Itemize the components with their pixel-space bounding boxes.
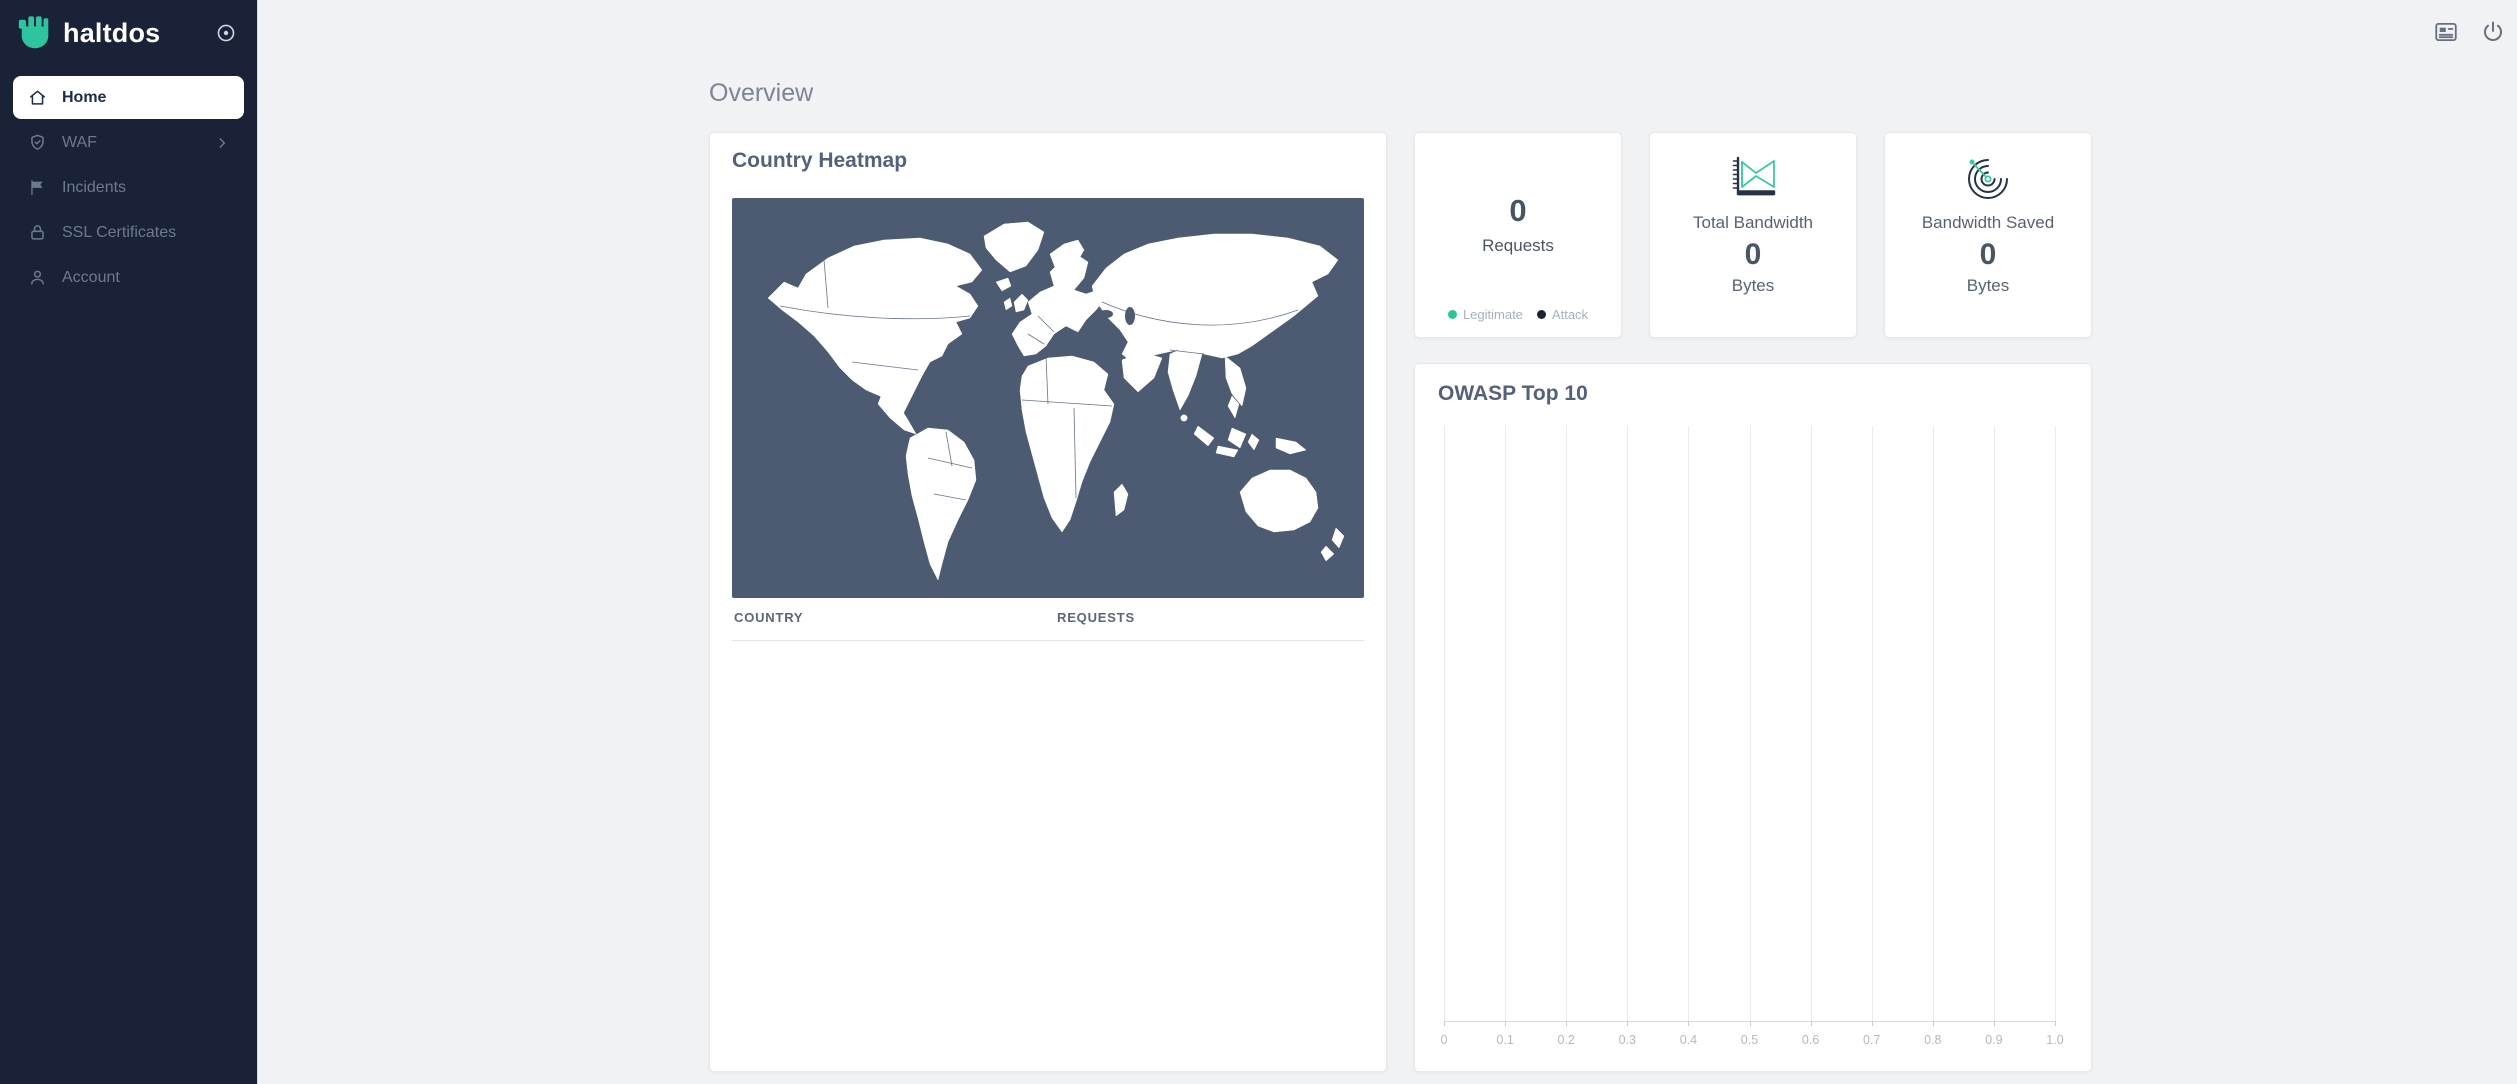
- column-requests: REQUESTS: [1039, 610, 1362, 625]
- gridline: [2055, 426, 2056, 1021]
- country-table-header: COUNTRY REQUESTS: [732, 598, 1364, 641]
- total-bandwidth-unit: Bytes: [1732, 276, 1775, 296]
- topbar-actions: [2433, 19, 2506, 45]
- haltdos-logo-icon: [16, 14, 54, 52]
- flag-icon: [28, 178, 47, 197]
- axis-tick: [2055, 1021, 2056, 1026]
- requests-card: 0 Requests Legitimate Attack: [1414, 132, 1622, 338]
- sidebar-item-waf[interactable]: WAF: [13, 121, 244, 164]
- legend-label: Attack: [1552, 307, 1588, 322]
- gridline: [1933, 426, 1934, 1021]
- world-map-svg[interactable]: [732, 198, 1364, 598]
- sidebar-toggle-icon[interactable]: [215, 22, 237, 44]
- owasp-chart-plot: [1444, 426, 2055, 1022]
- power-icon[interactable]: [2480, 19, 2506, 45]
- axis-label: 0.9: [1985, 1033, 2002, 1047]
- axis-tick: [1933, 1021, 1934, 1026]
- sidebar-item-account[interactable]: Account: [13, 256, 244, 299]
- sidebar-item-label: Incidents: [62, 179, 126, 197]
- total-bandwidth-title: Total Bandwidth: [1693, 213, 1813, 233]
- sidebar: haltdos Home WAF: [0, 0, 258, 1084]
- owasp-title: OWASP Top 10: [1438, 382, 2091, 406]
- axis-tick: [1566, 1021, 1567, 1026]
- sidebar-item-label: Account: [62, 269, 120, 287]
- sidebar-item-label: WAF: [62, 134, 97, 152]
- lock-icon: [28, 223, 47, 242]
- shield-check-icon: [28, 133, 47, 152]
- axis-label: 0.3: [1619, 1033, 1636, 1047]
- axis-label: 0.4: [1680, 1033, 1697, 1047]
- right-column: 0 Requests Legitimate Attack: [1414, 132, 2092, 1072]
- sidebar-item-label: Home: [62, 89, 106, 107]
- brand-name: haltdos: [63, 18, 160, 49]
- legend-label: Legitimate: [1463, 307, 1523, 322]
- axis-tick: [1688, 1021, 1689, 1026]
- axis-tick: [1811, 1021, 1812, 1026]
- requests-value: 0: [1509, 193, 1526, 229]
- requests-label: Requests: [1482, 236, 1554, 256]
- gridline: [1566, 426, 1567, 1021]
- column-country: COUNTRY: [734, 610, 1039, 625]
- axis-tick: [1444, 1021, 1445, 1026]
- haltdos-dashboard: haltdos Home WAF: [0, 0, 2517, 1084]
- stats-row: 0 Requests Legitimate Attack: [1414, 132, 2092, 338]
- brand: haltdos: [0, 0, 257, 64]
- axis-tick: [1505, 1021, 1506, 1026]
- total-bandwidth-card: Total Bandwidth 0 Bytes: [1649, 132, 1857, 338]
- axis-label: 0: [1441, 1033, 1448, 1047]
- axis-tick: [1627, 1021, 1628, 1026]
- sidebar-nav: Home WAF Incidents: [0, 64, 257, 299]
- home-icon: [28, 88, 47, 107]
- world-map: [732, 198, 1364, 598]
- gridline: [1627, 426, 1628, 1021]
- bandwidth-saved-card: Bandwidth Saved 0 Bytes: [1884, 132, 2092, 338]
- gridline: [1688, 426, 1689, 1021]
- sidebar-item-label: SSL Certificates: [62, 224, 176, 242]
- axis-tick: [1994, 1021, 1995, 1026]
- radar-icon: [1960, 153, 2016, 201]
- changelog-icon[interactable]: [2433, 19, 2459, 45]
- owasp-top10-card: OWASP Top 10: [1414, 363, 2092, 1072]
- sidebar-item-ssl-certificates[interactable]: SSL Certificates: [13, 211, 244, 254]
- page-title: Overview: [709, 80, 2092, 106]
- sidebar-item-home[interactable]: Home: [13, 76, 244, 119]
- country-heatmap-card: Country Heatmap: [709, 132, 1387, 1072]
- axis-label: 1.0: [2046, 1033, 2063, 1047]
- dashboard-grid: Country Heatmap: [709, 132, 2092, 1072]
- bandwidth-saved-unit: Bytes: [1967, 276, 2010, 296]
- country-heatmap-title: Country Heatmap: [732, 149, 1364, 173]
- gridline: [1505, 426, 1506, 1021]
- legend-legitimate: Legitimate: [1448, 307, 1523, 322]
- axis-label: 0.5: [1741, 1033, 1758, 1047]
- axis-label: 0.8: [1924, 1033, 1941, 1047]
- legitimate-dot: [1448, 310, 1457, 319]
- bandwidth-saved-value: 0: [1980, 238, 1997, 272]
- gridline: [1811, 426, 1812, 1021]
- bandwidth-chart-icon: [1725, 153, 1781, 201]
- requests-legend: Legitimate Attack: [1415, 307, 1621, 322]
- total-bandwidth-value: 0: [1745, 238, 1762, 272]
- attack-dot: [1537, 310, 1546, 319]
- axis-label: 0.6: [1802, 1033, 1819, 1047]
- legend-attack: Attack: [1537, 307, 1588, 322]
- axis-tick: [1750, 1021, 1751, 1026]
- gridline: [1750, 426, 1751, 1021]
- gridline: [1872, 426, 1873, 1021]
- gridline: [1444, 426, 1445, 1021]
- axis-label: 0.7: [1863, 1033, 1880, 1047]
- sidebar-item-incidents[interactable]: Incidents: [13, 166, 244, 209]
- owasp-x-axis-labels: 0 0.1 0.2 0.3 0.4 0.5 0.6 0.7 0.8 0.9 1.…: [1444, 1033, 2055, 1049]
- bandwidth-saved-title: Bandwidth Saved: [1922, 213, 2054, 233]
- main-content: Overview Country Heatmap: [709, 80, 2092, 1072]
- chevron-right-icon: [215, 136, 229, 150]
- user-icon: [28, 268, 47, 287]
- axis-label: 0.2: [1557, 1033, 1574, 1047]
- gridline: [1994, 426, 1995, 1021]
- axis-label: 0.1: [1496, 1033, 1513, 1047]
- axis-tick: [1872, 1021, 1873, 1026]
